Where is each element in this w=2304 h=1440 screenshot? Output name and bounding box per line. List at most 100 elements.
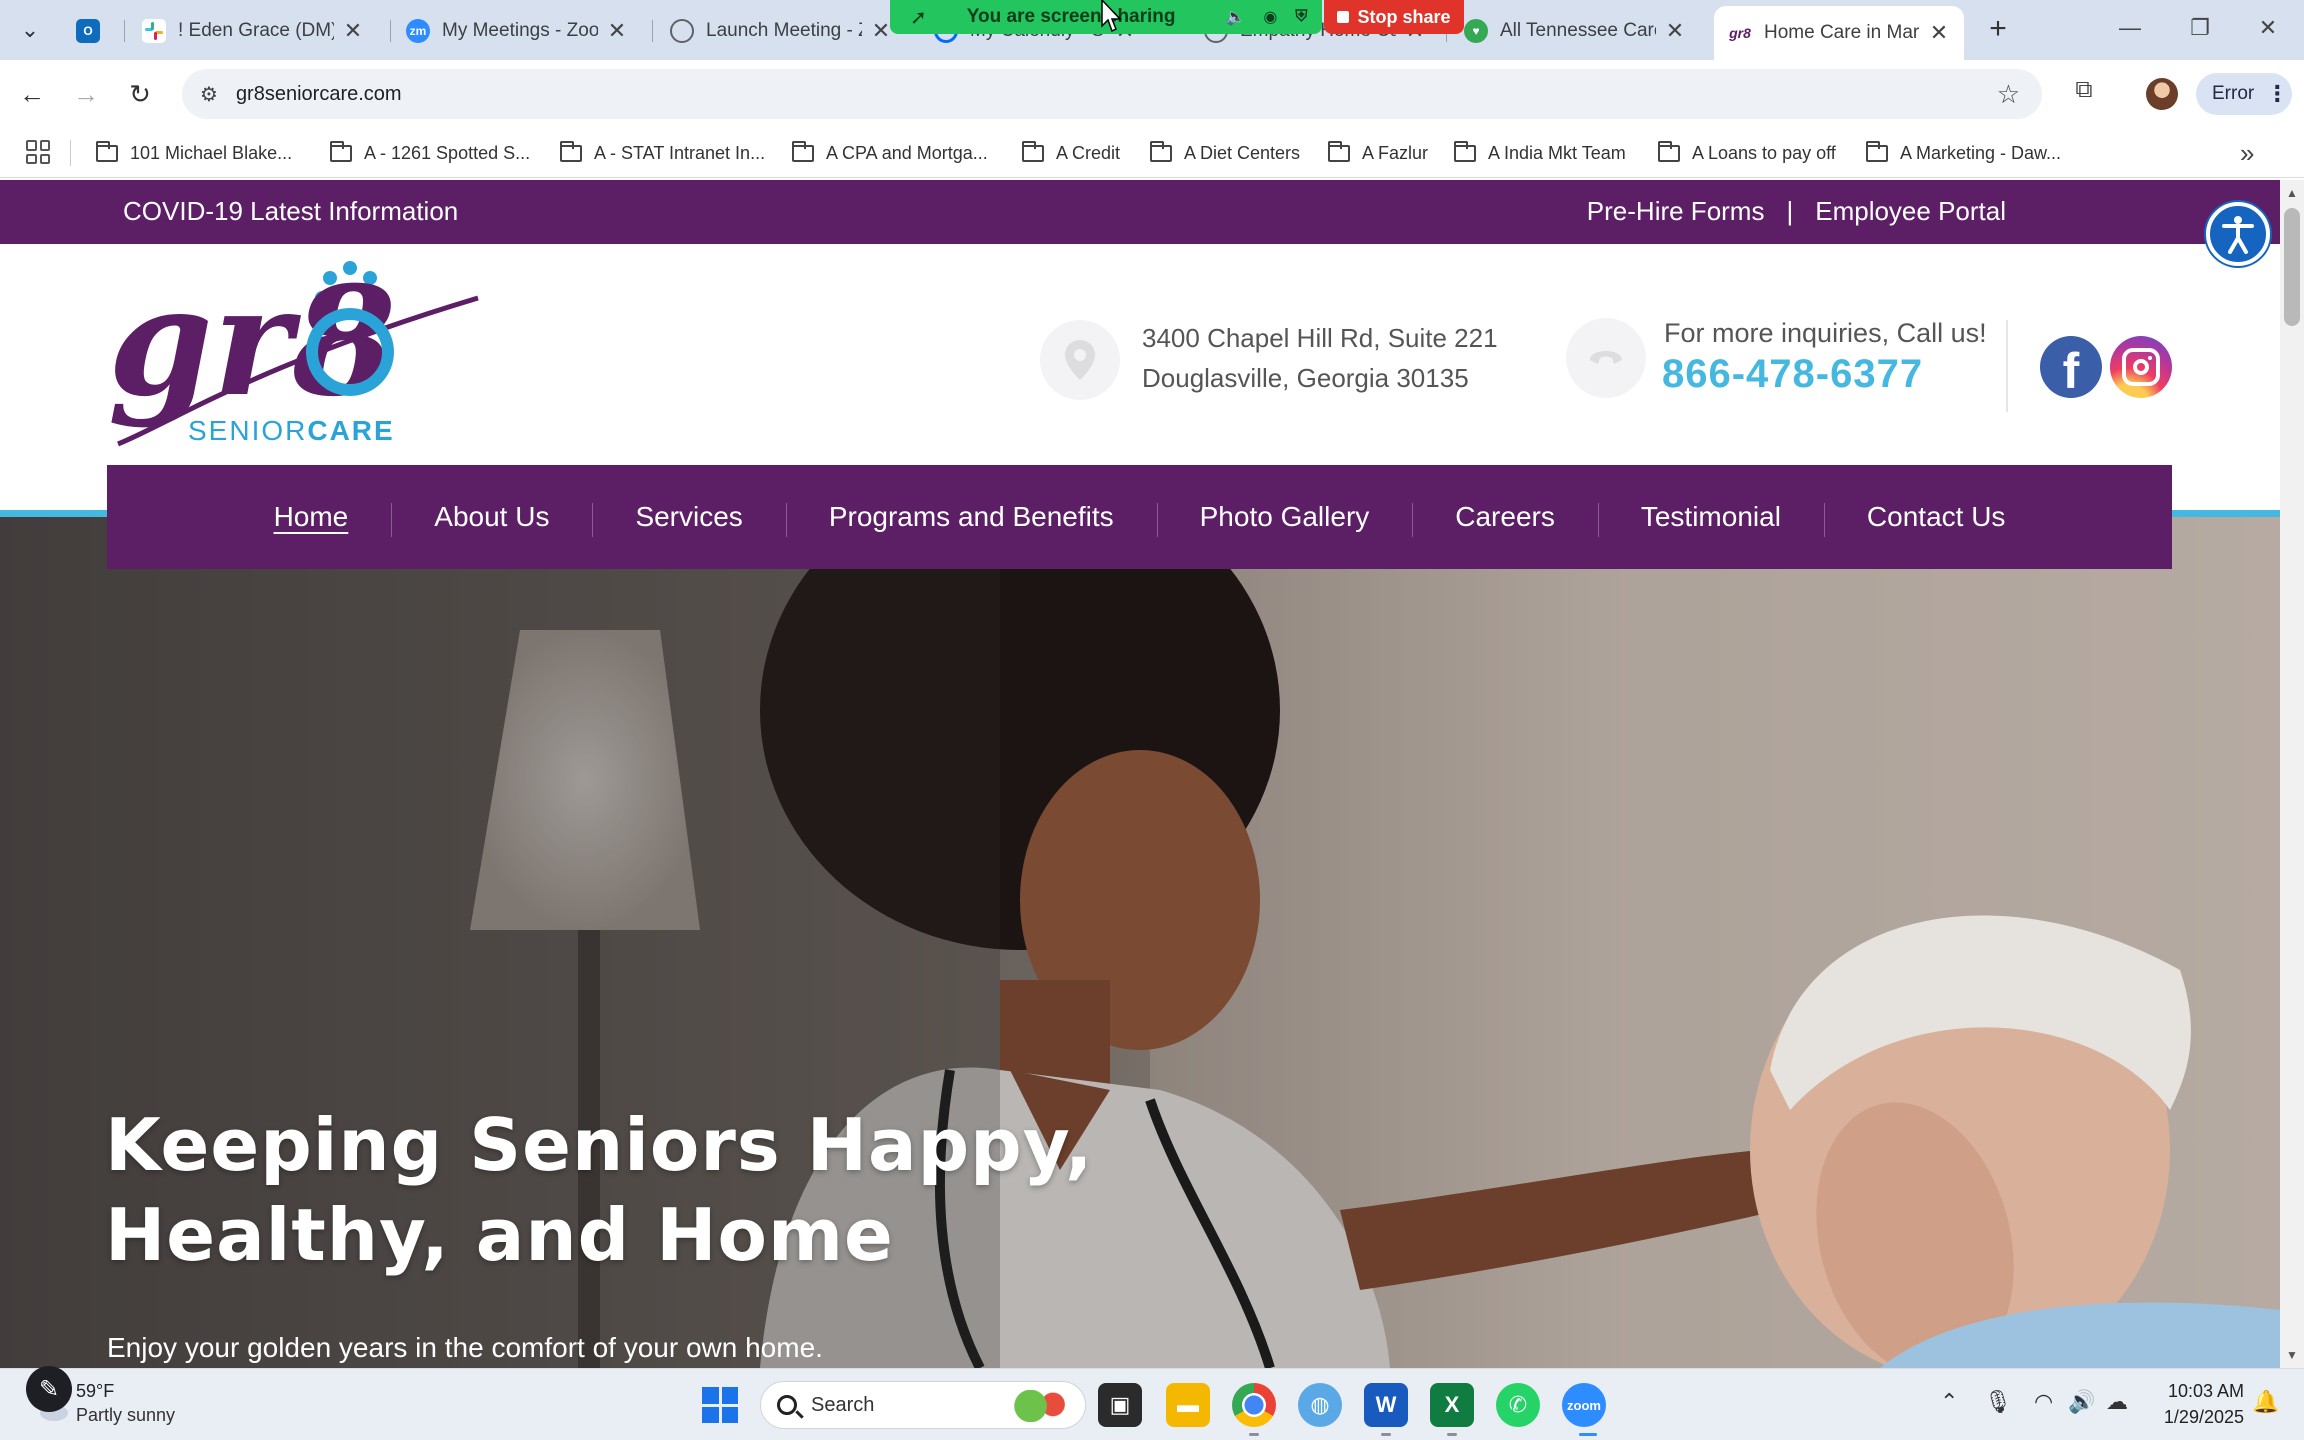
main-navigation: Home About Us Services Programs and Bene… (107, 465, 2172, 569)
close-icon[interactable]: ✕ (870, 18, 892, 44)
nav-testimonial[interactable]: Testimonial (1597, 501, 1824, 537)
tab-home-care-active[interactable]: gr8 Home Care in Marie ✕ (1714, 6, 1964, 60)
taskbar-search[interactable]: Search (760, 1381, 1086, 1429)
tab-launch-meeting[interactable]: Launch Meeting - Z ✕ (656, 8, 906, 54)
more-menu-icon[interactable]: ⋮ (2266, 81, 2288, 107)
weather-temp[interactable]: 59°F (76, 1381, 114, 1402)
close-window-button[interactable]: ✕ (2238, 8, 2298, 48)
covid-info-link[interactable]: COVID-19 Latest Information (123, 196, 458, 227)
pen-icon[interactable]: ✎ (26, 1366, 72, 1412)
new-tab-button[interactable]: + (1980, 12, 2016, 48)
word-icon[interactable]: W (1364, 1383, 1408, 1427)
gr8-senior-care-logo[interactable]: gr8 SENIORCARE (108, 254, 488, 454)
accessibility-icon[interactable] (2206, 202, 2270, 266)
tab-title: My Meetings - Zoom (442, 20, 598, 41)
screen-share-label: You are screen sharing (966, 6, 1176, 27)
clock-date[interactable]: 1/29/2025 (2150, 1407, 2244, 1428)
whatsapp-icon[interactable]: ✆ (1496, 1383, 1540, 1427)
site-info-icon[interactable]: ⚙ (200, 82, 218, 107)
wifi-icon[interactable]: ◠ (2034, 1389, 2053, 1415)
close-icon[interactable]: ✕ (1928, 20, 1950, 46)
bookmark-folder[interactable]: 101 Michael Blake... (96, 138, 292, 168)
phone-icon (1566, 318, 1646, 398)
zoom-icon: zm (406, 19, 430, 43)
close-icon[interactable]: ✕ (342, 18, 364, 44)
page-scrollbar[interactable]: ▲ ▼ (2280, 180, 2304, 1368)
link-separator: | (1786, 196, 1794, 226)
phone-number-link[interactable]: 866-478-6377 (1662, 352, 1923, 397)
bookmark-folder[interactable]: A India Mkt Team (1454, 138, 1626, 168)
speaker-icon[interactable]: 🔈 (1226, 7, 1246, 27)
bookmark-folder[interactable]: A Marketing - Daw... (1866, 138, 2061, 168)
windows-taskbar: 59°F Partly sunny Search ▣ ▬ ◍ W X ✆ zoo… (0, 1368, 2304, 1440)
scroll-thumb[interactable] (2284, 208, 2300, 326)
clock-time[interactable]: 10:03 AM (2160, 1381, 2244, 1402)
bookmark-label: A Credit (1056, 142, 1121, 163)
restore-button[interactable]: ❐ (2170, 8, 2230, 48)
notifications-icon[interactable]: 🔔 (2252, 1389, 2279, 1415)
bookmark-folder[interactable]: A CPA and Mortga... (792, 138, 988, 168)
bookmark-folder[interactable]: A Loans to pay off (1658, 138, 1836, 168)
profile-error-button[interactable]: Error ⋮ (2196, 73, 2292, 115)
nav-photo-gallery[interactable]: Photo Gallery (1156, 501, 1413, 537)
tab-zoom-meetings[interactable]: zm My Meetings - Zoom ✕ (392, 8, 642, 54)
bookmark-label: A Diet Centers (1184, 142, 1301, 163)
scroll-down-icon[interactable]: ▼ (2286, 1348, 2298, 1362)
bookmark-folder[interactable]: A - STAT Intranet In... (560, 138, 765, 168)
bookmark-label: A - 1261 Spotted S... (364, 142, 531, 163)
nav-about-us[interactable]: About Us (391, 501, 592, 537)
nav-services[interactable]: Services (592, 501, 785, 537)
employee-portal-link[interactable]: Employee Portal (1815, 196, 2006, 227)
volume-icon[interactable]: 🔊 (2068, 1389, 2095, 1415)
microphone-icon[interactable]: 🎙 (1984, 1389, 2012, 1415)
bookmark-folder[interactable]: A - 1261 Spotted S... (330, 138, 530, 168)
bookmark-star-icon[interactable]: ☆ (1997, 79, 2020, 110)
close-icon[interactable]: ✕ (1664, 18, 1686, 44)
bookmark-folder[interactable]: A Credit (1022, 138, 1120, 168)
file-explorer-icon[interactable]: ▬ (1166, 1383, 1210, 1427)
url-input[interactable] (235, 82, 1836, 106)
instagram-icon[interactable] (2110, 336, 2172, 398)
minimize-button[interactable]: — (2100, 8, 2160, 48)
more-bookmarks-icon[interactable]: » (2240, 138, 2254, 169)
show-hidden-icons[interactable]: ⌃ (1940, 1389, 1958, 1415)
tab-tennessee-care[interactable]: ♥ All Tennessee CareC ✕ (1450, 8, 1700, 54)
zoom-app-icon[interactable]: zoom (1562, 1383, 1606, 1427)
chrome-icon[interactable] (1232, 1383, 1276, 1427)
back-button[interactable]: ← (12, 74, 52, 114)
share-icon: ➚ (910, 6, 927, 29)
reload-button[interactable]: ↻ (120, 74, 160, 114)
record-icon[interactable]: ◉ (1263, 7, 1277, 27)
nav-programs-benefits[interactable]: Programs and Benefits (785, 501, 1157, 537)
address-bar[interactable]: ⚙ ☆ (182, 69, 2042, 119)
close-icon[interactable]: ✕ (606, 18, 628, 44)
scroll-up-icon[interactable]: ▲ (2286, 186, 2298, 200)
tab-slack[interactable]: ! Eden Grace (DM) - ✕ (128, 8, 378, 54)
extensions-icon[interactable]: ⧉ (2066, 76, 2102, 112)
globe-app-icon[interactable]: ◍ (1298, 1383, 1342, 1427)
logo-senior: SENIOR (188, 415, 307, 446)
webpage: COVID-19 Latest Information Pre-Hire For… (0, 180, 2280, 1368)
folder-icon (1022, 140, 1044, 162)
shield-icon[interactable]: ⛨ (1295, 8, 1307, 26)
bookmark-folder[interactable]: A Diet Centers (1150, 138, 1300, 168)
stop-share-button[interactable]: Stop share (1324, 0, 1464, 34)
nav-contact-us[interactable]: Contact Us (1823, 501, 2049, 537)
weather-desc[interactable]: Partly sunny (76, 1405, 175, 1426)
onedrive-icon[interactable]: ☁ (2106, 1389, 2128, 1415)
pre-hire-forms-link[interactable]: Pre-Hire Forms (1587, 196, 1765, 227)
excel-icon[interactable]: X (1430, 1383, 1474, 1427)
nav-home[interactable]: Home (231, 501, 392, 533)
profile-avatar[interactable] (2146, 78, 2178, 110)
tab-outlook[interactable]: O (62, 8, 122, 54)
bookmark-folder[interactable]: A Fazlur (1328, 138, 1428, 168)
stop-icon (1337, 11, 1350, 23)
search-icon (777, 1395, 797, 1415)
forward-button[interactable]: → (66, 74, 106, 114)
tab-search-button[interactable]: ⌄ (10, 12, 50, 48)
nav-careers[interactable]: Careers (1412, 501, 1598, 537)
facebook-icon[interactable]: f (2040, 336, 2102, 399)
task-view-icon[interactable]: ▣ (1098, 1383, 1142, 1427)
windows-start-icon[interactable] (702, 1387, 738, 1423)
apps-grid-icon[interactable] (26, 140, 50, 164)
